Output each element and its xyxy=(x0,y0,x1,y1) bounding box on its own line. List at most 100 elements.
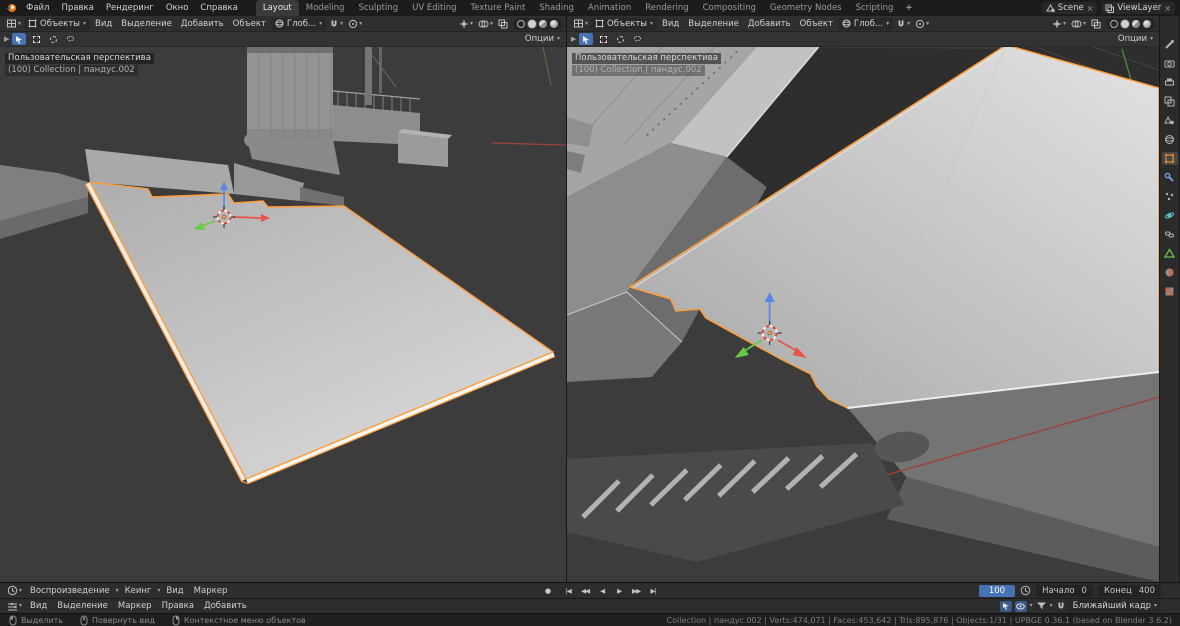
workspace-tab-uv-editing[interactable]: UV Editing xyxy=(405,0,463,16)
viewport-canvas-left[interactable]: Пользовательская перспектива (100) Colle… xyxy=(0,47,566,582)
tool-select-box-icon[interactable] xyxy=(29,33,43,45)
tool-tab-icon[interactable] xyxy=(1162,38,1178,51)
texture-tab-icon[interactable] xyxy=(1162,285,1178,298)
options-dropdown[interactable]: Опции ▾ xyxy=(1118,34,1155,44)
only-selected-toggle-icon[interactable] xyxy=(999,600,1012,612)
mode-selector[interactable]: Объекты ▾ xyxy=(24,17,90,30)
workspace-tab-animation[interactable]: Animation xyxy=(581,0,638,16)
menu-render[interactable]: Рендеринг xyxy=(100,0,160,16)
menu-object[interactable]: Объект xyxy=(796,19,837,29)
menu-object[interactable]: Объект xyxy=(229,19,270,29)
unlink-scene-icon[interactable]: × xyxy=(1087,4,1094,13)
workspace-tab-geometry-nodes[interactable]: Geometry Nodes xyxy=(763,0,849,16)
menu-select[interactable]: Выделение xyxy=(53,601,112,611)
menu-marker[interactable]: Маркер xyxy=(190,586,232,596)
menu-add[interactable]: Добавить xyxy=(177,19,228,29)
add-workspace-button[interactable]: + xyxy=(900,0,917,16)
jump-to-start-button[interactable]: |◀ xyxy=(560,586,576,596)
show-hidden-toggle-icon[interactable] xyxy=(1014,600,1027,612)
output-tab-icon[interactable] xyxy=(1162,76,1178,89)
physics-tab-icon[interactable] xyxy=(1162,209,1178,222)
material-tab-icon[interactable] xyxy=(1162,266,1178,279)
menu-view[interactable]: Вид xyxy=(162,586,187,596)
shading-rendered-icon[interactable] xyxy=(1142,19,1152,29)
blender-logo-icon[interactable] xyxy=(4,2,18,14)
workspace-tab-sculpting[interactable]: Sculpting xyxy=(351,0,405,16)
next-keyframe-button[interactable]: ▶▶ xyxy=(628,586,644,596)
workspace-tab-compositing[interactable]: Compositing xyxy=(696,0,763,16)
menu-marker[interactable]: Маркер xyxy=(114,601,156,611)
scene-tab-icon[interactable] xyxy=(1162,114,1178,127)
menu-file[interactable]: Файл xyxy=(20,0,55,16)
object-data-tab-icon[interactable] xyxy=(1162,247,1178,260)
overlays-toggle-icon[interactable]: ▾ xyxy=(1069,17,1088,31)
menu-edit[interactable]: Правка xyxy=(158,601,198,611)
mode-selector[interactable]: Объекты ▾ xyxy=(591,17,657,30)
view-layer-tab-icon[interactable] xyxy=(1162,95,1178,108)
menu-view[interactable]: Вид xyxy=(26,601,51,611)
end-frame-field[interactable]: Конец 400 xyxy=(1097,584,1161,597)
overlays-toggle-icon[interactable]: ▾ xyxy=(476,17,495,31)
menu-keying[interactable]: Кеинг xyxy=(121,586,156,596)
shading-rendered-icon[interactable] xyxy=(549,19,559,29)
tool-tweak-icon[interactable] xyxy=(12,33,27,45)
workspace-tab-layout[interactable]: Layout xyxy=(255,0,299,16)
timeline-editor-type-button[interactable]: ▾ xyxy=(5,584,24,598)
viewlayer-selector[interactable]: ViewLayer × xyxy=(1101,2,1175,14)
snap-magnet-icon[interactable] xyxy=(1056,601,1066,611)
workspace-tab-texture-paint[interactable]: Texture Paint xyxy=(463,0,532,16)
dopesheet-editor-type-button[interactable]: ▾ xyxy=(5,599,24,613)
menu-view[interactable]: Вид xyxy=(658,19,683,29)
xray-toggle-icon[interactable] xyxy=(496,17,510,31)
auto-keying-icon[interactable]: ● xyxy=(545,587,551,595)
editor-type-button[interactable]: ▾ xyxy=(571,17,590,31)
toolbar-expand-icon[interactable]: ▶ xyxy=(571,35,576,43)
menu-playback[interactable]: Воспроизведение xyxy=(26,586,114,596)
unlink-viewlayer-icon[interactable]: × xyxy=(1164,4,1171,13)
modifiers-tab-icon[interactable] xyxy=(1162,171,1178,184)
orientation-selector[interactable]: Глоб... ▾ xyxy=(837,17,894,30)
workspace-tab-rendering[interactable]: Rendering xyxy=(638,0,695,16)
workspace-tab-modeling[interactable]: Modeling xyxy=(299,0,352,16)
viewport-canvas-right[interactable]: Пользовательская перспектива (100) Colle… xyxy=(567,47,1159,582)
snap-magnet-icon[interactable]: ▾ xyxy=(327,17,345,31)
tool-tweak-icon[interactable] xyxy=(579,33,594,45)
tool-select-lasso-icon[interactable] xyxy=(630,33,644,45)
tool-select-circle-icon[interactable] xyxy=(46,33,60,45)
shading-solid-icon[interactable] xyxy=(1120,18,1130,29)
prev-keyframe-button[interactable]: ◀◀ xyxy=(577,586,593,596)
gizmo-toggle-icon[interactable]: ▾ xyxy=(457,17,475,31)
constraints-tab-icon[interactable] xyxy=(1162,228,1178,241)
current-frame-field[interactable]: 100 xyxy=(978,584,1016,597)
tool-select-lasso-icon[interactable] xyxy=(63,33,77,45)
play-reverse-button[interactable]: ◀ xyxy=(594,586,610,596)
object-tab-icon[interactable] xyxy=(1161,152,1178,165)
menu-add[interactable]: Добавить xyxy=(744,19,795,29)
toolbar-expand-icon[interactable]: ▶ xyxy=(4,35,9,43)
menu-select[interactable]: Выделение xyxy=(684,19,743,29)
clock-icon[interactable] xyxy=(1020,585,1031,596)
menu-view[interactable]: Вид xyxy=(91,19,116,29)
shading-solid-icon[interactable] xyxy=(527,18,537,29)
scene-selector[interactable]: Scene × xyxy=(1041,2,1098,14)
workspace-tab-scripting[interactable]: Scripting xyxy=(849,0,901,16)
filter-funnel-icon[interactable] xyxy=(1036,601,1047,611)
particles-tab-icon[interactable] xyxy=(1162,190,1178,203)
world-tab-icon[interactable] xyxy=(1162,133,1178,146)
menu-select[interactable]: Выделение xyxy=(117,19,176,29)
proportional-edit-icon[interactable]: ▾ xyxy=(346,17,364,31)
menu-help[interactable]: Справка xyxy=(194,0,243,16)
tool-select-circle-icon[interactable] xyxy=(613,33,627,45)
editor-type-button[interactable]: ▾ xyxy=(4,17,23,31)
menu-add[interactable]: Добавить xyxy=(200,601,251,611)
options-dropdown[interactable]: Опции ▾ xyxy=(525,34,562,44)
xray-toggle-icon[interactable] xyxy=(1089,17,1103,31)
jump-to-end-button[interactable]: ▶| xyxy=(645,586,661,596)
shading-material-icon[interactable] xyxy=(1131,19,1141,29)
snap-magnet-icon[interactable]: ▾ xyxy=(894,17,912,31)
menu-edit[interactable]: Правка xyxy=(55,0,99,16)
shading-wireframe-icon[interactable] xyxy=(1109,19,1119,29)
start-frame-field[interactable]: Начало 0 xyxy=(1036,584,1093,597)
menu-window[interactable]: Окно xyxy=(160,0,195,16)
proportional-edit-icon[interactable]: ▾ xyxy=(913,17,931,31)
